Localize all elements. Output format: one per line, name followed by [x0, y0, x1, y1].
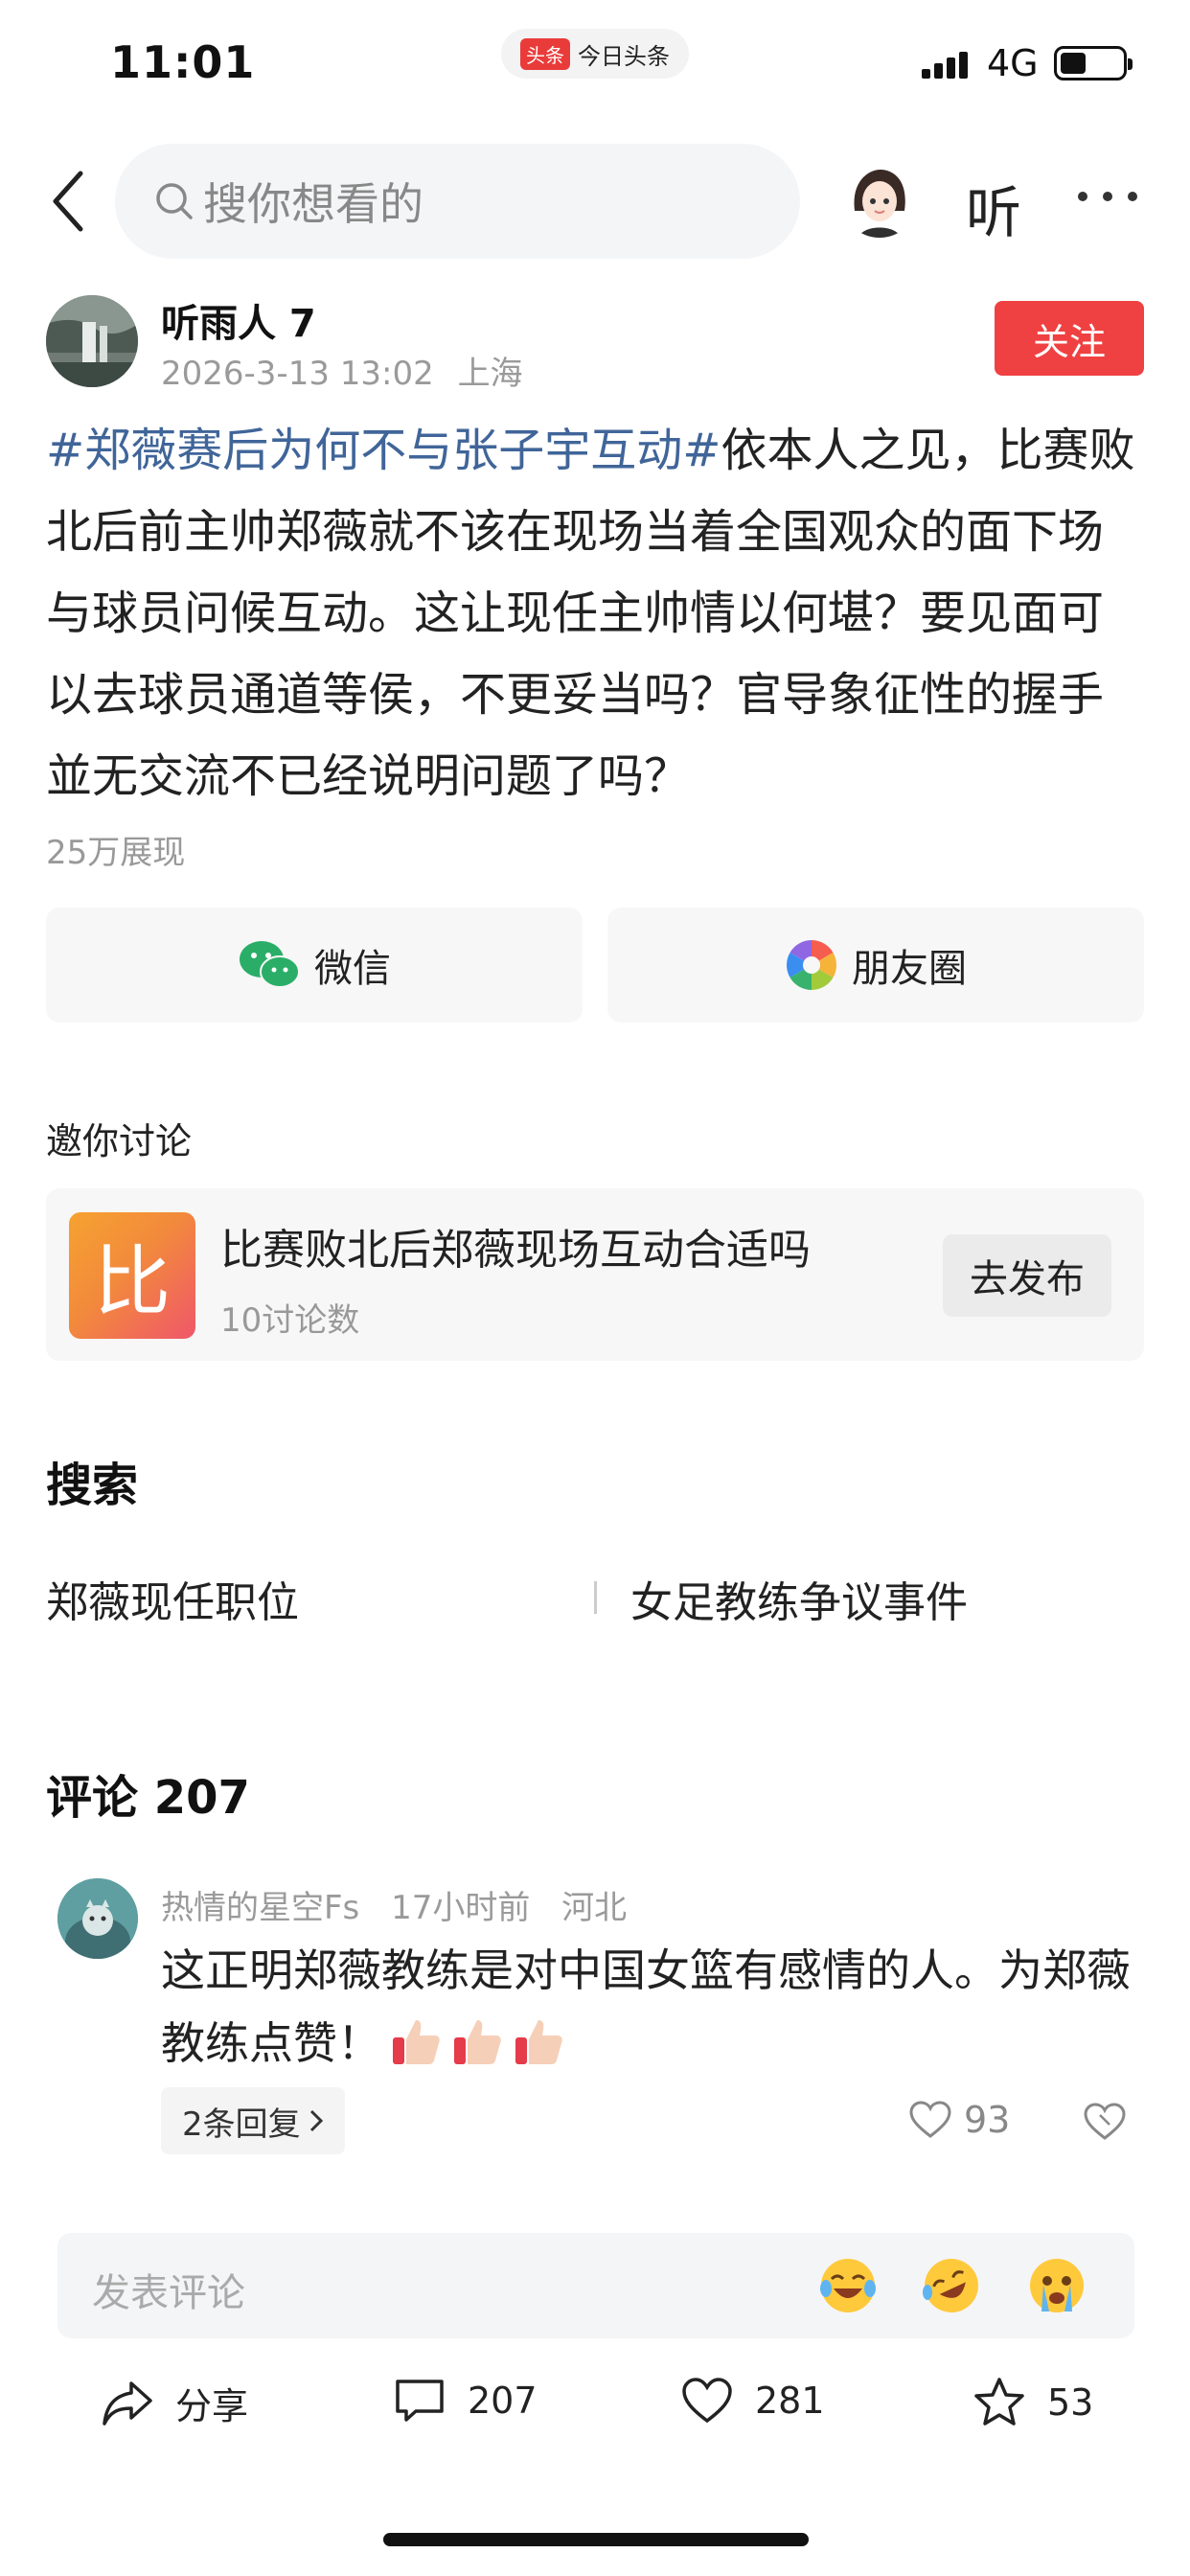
app-badge: 头条: [520, 37, 570, 70]
comment-input[interactable]: 发表评论: [57, 2233, 1134, 2338]
author-liked-heart-icon[interactable]: [1083, 2102, 1127, 2142]
invite-section-title: 邀你讨论: [46, 1120, 193, 1162]
comment-body: 这正明郑薇教练是对中国女篮有感情的人。为郑薇教练点赞！: [161, 1944, 1131, 2069]
comment-placeholder: 发表评论: [92, 2271, 245, 2315]
laughing-emoji-icon[interactable]: [816, 2254, 880, 2317]
rofl-emoji-icon[interactable]: [920, 2254, 983, 2317]
author-avatar[interactable]: [46, 295, 138, 387]
search-suggestion[interactable]: 女足教练争议事件: [630, 1568, 968, 1629]
favorite-button[interactable]: 53: [973, 2377, 1093, 2428]
more-icon[interactable]: [1078, 192, 1137, 201]
replies-label: 2条回复: [182, 2104, 301, 2144]
share-wechat-button[interactable]: 微信: [46, 908, 583, 1023]
share-moments-button[interactable]: 朋友圈: [607, 908, 1144, 1023]
heart-icon: [682, 2378, 732, 2424]
post-hashtag[interactable]: #郑薇赛后为何不与张子宇互动#: [46, 424, 721, 477]
invite-discussion-card[interactable]: 比 比赛败北后郑薇现场互动合适吗 10讨论数 去发布: [46, 1188, 1144, 1361]
comments-title: 评论 207: [46, 1771, 250, 1825]
share-icon: [103, 2380, 152, 2426]
heart-icon: [909, 2101, 951, 2138]
signal-icon: [922, 50, 975, 79]
commenter-name[interactable]: 热情的星空Fs: [161, 1889, 359, 1927]
back-arrow-icon[interactable]: [46, 168, 94, 235]
post-body: 依本人之见，比赛败北后前主帅郑薇就不该在现场当着全国观众的面下场与球员问候互动。…: [46, 424, 1135, 803]
comment-location: 河北: [561, 1889, 628, 1927]
moments-icon: [787, 940, 836, 990]
topic-title[interactable]: 比赛败北后郑薇现场互动合适吗: [220, 1215, 811, 1276]
follow-button[interactable]: 关注: [995, 301, 1144, 376]
thumbs-up-icon: [393, 2020, 440, 2064]
comment-like-button[interactable]: 93: [908, 2099, 1010, 2141]
thumbs-up-icon: [454, 2020, 501, 2064]
wechat-icon: [240, 941, 300, 988]
status-time: 11:01: [110, 36, 256, 88]
app-name: 今日头条: [578, 42, 670, 70]
search-placeholder: 搜你想看的: [203, 178, 423, 230]
assistant-avatar[interactable]: [841, 161, 918, 238]
like-button[interactable]: 281: [680, 2377, 825, 2425]
comment-count: 207: [468, 2380, 538, 2422]
thumbs-up-icon: [515, 2020, 562, 2064]
topic-icon: 比: [69, 1212, 195, 1339]
comment-text: 这正明郑薇教练是对中国女篮有感情的人。为郑薇教练点赞！: [161, 1934, 1138, 2080]
search-section-title: 搜索: [46, 1459, 139, 1512]
star-count: 53: [1047, 2381, 1094, 2424]
share-label: 分享: [175, 2385, 249, 2427]
share-button[interactable]: 分享: [101, 2377, 248, 2429]
star-icon: [974, 2378, 1024, 2426]
post-date: 2026-3-13 13:02: [161, 355, 434, 393]
listen-button[interactable]: 听: [966, 168, 1021, 248]
home-indicator[interactable]: [383, 2533, 809, 2546]
view-replies-button[interactable]: 2条回复: [161, 2087, 345, 2154]
view-count: 25万展现: [46, 834, 186, 872]
like-count: 281: [755, 2380, 825, 2422]
comment-icon: [396, 2380, 444, 2422]
crying-emoji-icon[interactable]: [1025, 2254, 1088, 2317]
author-name[interactable]: 听雨人 7: [161, 292, 316, 348]
moments-label: 朋友圈: [852, 947, 967, 991]
commenter-avatar[interactable]: [57, 1878, 138, 1959]
app-indicator-pill[interactable]: 头条 今日头条: [501, 29, 689, 79]
battery-icon: [1054, 46, 1133, 80]
author-meta: 2026-3-13 13:02 上海: [161, 347, 523, 394]
post-location: 上海: [457, 355, 523, 393]
chevron-right-icon: [309, 2109, 323, 2132]
topic-count: 10讨论数: [220, 1301, 360, 1340]
publish-button[interactable]: 去发布: [943, 1234, 1111, 1317]
comment-button[interactable]: 207: [393, 2377, 538, 2425]
comment-time: 17小时前: [391, 1889, 531, 1927]
comment-meta: 热情的星空Fs 17小时前 河北: [161, 1881, 648, 1928]
search-icon: [156, 183, 193, 219]
divider: [594, 1581, 597, 1614]
post-content: #郑薇赛后为何不与张子宇互动#依本人之见，比赛败北后前主帅郑薇就不该在现场当着全…: [46, 410, 1148, 817]
search-input[interactable]: 搜你想看的: [115, 144, 800, 259]
search-suggestion[interactable]: 郑薇现任职位: [46, 1568, 299, 1629]
network-type: 4G: [987, 42, 1039, 84]
wechat-label: 微信: [314, 947, 391, 991]
comment-like-count: 93: [964, 2099, 1011, 2141]
